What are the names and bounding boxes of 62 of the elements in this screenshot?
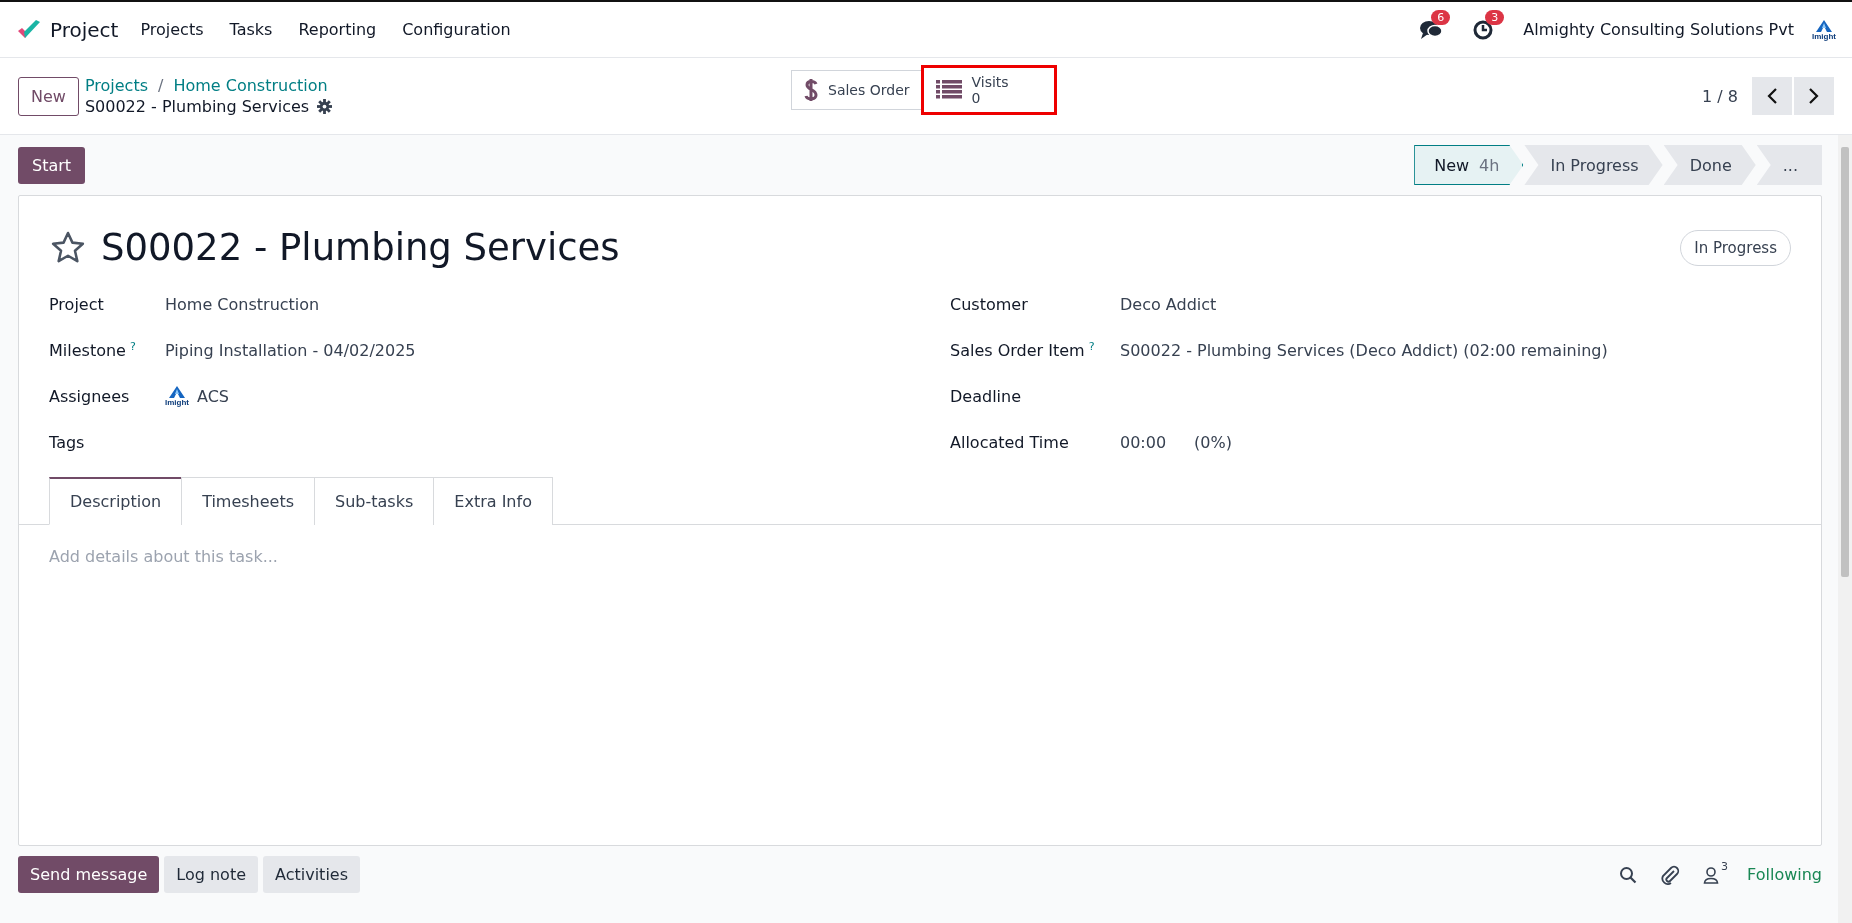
field-value[interactable]: Piping Installation - 04/02/2025 [165,340,416,360]
task-title[interactable]: S00022 - Plumbing Services [101,226,1667,269]
new-button[interactable]: New [18,76,79,116]
tab[interactable]: Extra Info [433,477,553,525]
field-value[interactable]: Deco Addict [1120,294,1217,314]
field-label: Tags [49,432,85,452]
chatter-button[interactable]: Send message [18,856,160,893]
menu-item[interactable]: Tasks [229,20,273,39]
field-label: Customer [950,294,1028,314]
scrollbar[interactable] [1838,135,1852,923]
next-button[interactable] [1794,77,1834,115]
breadcrumb-separator: / [158,76,164,95]
followers-count: 3 [1721,860,1729,873]
company-logo: Imight [1812,18,1836,41]
field-value[interactable]: ACS [197,386,229,406]
breadcrumb-link[interactable]: Home Construction [173,76,328,95]
settings-icon[interactable] [317,99,333,114]
field-label: Allocated Time [950,432,1069,452]
followers-icon[interactable] [1703,865,1720,884]
tab[interactable]: Timesheets [181,477,316,525]
chatter-button[interactable]: Log note [164,856,258,893]
field-value[interactable]: S00022 - Plumbing Services (Deco Addict) (02:00 remaining) [1120,340,1608,360]
list-icon [935,80,962,100]
company-logo: Imight [165,385,189,407]
app-name[interactable]: Project [50,17,119,42]
company-name[interactable]: Almighty Consulting Solutions Pvt [1523,20,1794,39]
smart-button[interactable]: Sales Order [791,70,923,110]
field-value[interactable]: Home Construction [165,294,320,314]
field-label: Assignees [49,386,130,406]
pager-text: 1 / 8 [1702,86,1738,106]
tab[interactable]: Description [49,477,183,525]
field-label: Project [49,294,104,314]
paperclip-icon[interactable] [1660,864,1681,885]
field-label: Deadline [950,386,1021,406]
record-name: S00022 - Plumbing Services [84,97,310,116]
stage-button[interactable]: New 4h [1414,145,1524,185]
smart-button[interactable]: Visits 0 [922,67,1055,113]
field-percentage: (0%) [1194,432,1232,452]
dollar-icon [804,77,818,103]
menu-item[interactable]: Projects [140,20,204,39]
stage-button[interactable]: In Progress [1524,145,1663,185]
menu-item[interactable]: Reporting [298,20,377,39]
tab[interactable]: Sub-tasks [314,477,435,525]
chatter-button[interactable]: Activities [263,856,360,893]
field-label: Sales Order Item [950,341,1085,361]
previous-button[interactable] [1752,77,1792,115]
chevron-right-icon [1808,87,1820,105]
breadcrumb-link[interactable]: Projects [84,76,148,95]
activity-count-badge: 3 [1485,9,1505,25]
help-tooltip[interactable]: ? [1088,339,1095,353]
message-count-badge: 6 [1431,9,1451,25]
field-label: Milestone [49,341,126,361]
field-value[interactable]: 00:00 [1120,432,1167,452]
start-button[interactable]: Start [18,146,86,184]
stage-button[interactable]: ... [1756,145,1822,185]
stage-button[interactable]: Done [1663,145,1756,185]
clock-icon[interactable] [1473,19,1494,40]
following-button[interactable]: Following [1747,865,1822,884]
search-icon[interactable] [1619,865,1638,884]
chevron-left-icon [1766,87,1778,105]
menu-item[interactable]: Configuration [402,20,511,39]
help-tooltip[interactable]: ? [129,339,136,353]
